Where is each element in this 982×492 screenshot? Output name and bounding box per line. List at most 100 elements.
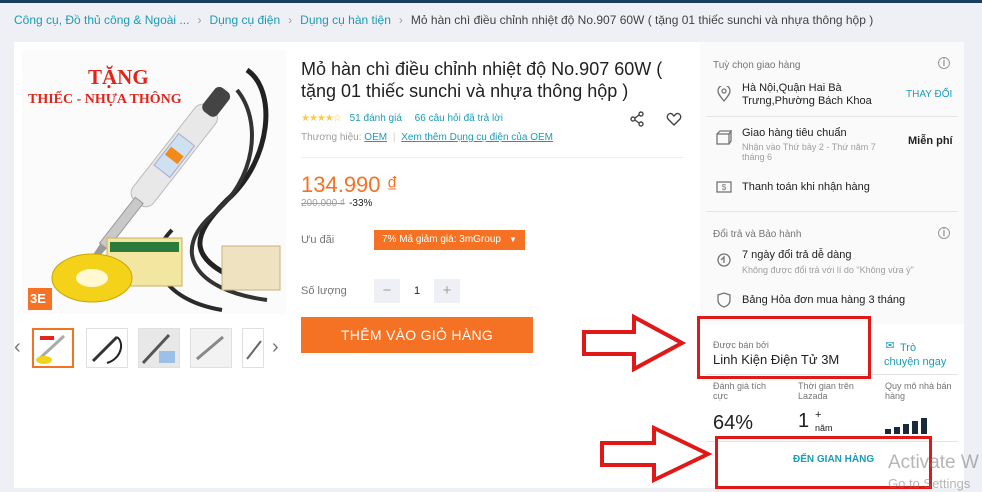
thumbnail-strip: ‹ › — [14, 326, 286, 370]
chevron-right-icon: › — [398, 13, 403, 27]
thumbnail-image — [87, 329, 127, 367]
time-on-lazada-unit: năm — [815, 423, 833, 433]
soldering-iron-photo — [22, 50, 286, 314]
promo-banner-line1: TẶNG — [88, 65, 149, 89]
chat-now-link[interactable]: Trò chuyện ngay — [884, 341, 954, 369]
standard-delivery-label: Giao hàng tiêu chuẩn — [742, 127, 847, 139]
delivery-address: Hà Nội,Quận Hai Bà Trưng,Phường Bách Kho… — [742, 82, 872, 107]
divider — [706, 211, 958, 212]
reviews-link[interactable]: 51 đánh giá — [350, 113, 402, 124]
annotation-arrow-upper — [582, 313, 687, 373]
heart-icon-svg — [666, 112, 682, 126]
quantity-stepper: − 1 + — [374, 279, 460, 303]
return-svg — [717, 253, 731, 267]
svg-text:$: $ — [722, 183, 727, 192]
info-icon[interactable]: i — [938, 57, 950, 69]
scale-bar — [921, 418, 927, 434]
return-note: Không được đổi trả với lí do "Không vừa … — [742, 265, 914, 275]
cash-svg: $ — [716, 181, 732, 193]
old-price: 200.000 ₫ — [301, 198, 346, 209]
location-pin-icon — [716, 84, 732, 103]
scale-bar — [885, 429, 891, 434]
brand-row: Thương hiệu: OEM | Xem thêm Dụng cụ điện… — [301, 132, 553, 143]
more-from-brand-link[interactable]: Xem thêm Dụng cụ điện của OEM — [401, 132, 553, 143]
heart-icon[interactable] — [665, 111, 683, 129]
quantity-decrease-button[interactable]: − — [374, 279, 400, 303]
warranty-label: Bảng Hỏa đơn mua hàng 3 tháng — [742, 294, 906, 306]
breadcrumb-item-tools[interactable]: Công cụ, Đồ thủ công & Ngoài ... — [14, 13, 189, 27]
divider: | — [392, 132, 396, 143]
breadcrumb-current: Mỏ hàn chì điều chỉnh nhiệt độ No.907 60… — [410, 13, 874, 27]
info-icon[interactable]: i — [938, 227, 950, 239]
voucher-text: 7% Mã giảm giá: 3mGroup — [382, 234, 501, 245]
add-to-cart-button[interactable]: THÊM VÀO GIỎ HÀNG — [301, 317, 533, 353]
thumbnail-image — [34, 330, 72, 366]
breadcrumb-item-power-tools[interactable]: Dụng cụ điện — [209, 13, 280, 27]
shield-svg — [717, 292, 731, 308]
promotion-label: Ưu đãi — [301, 234, 335, 246]
return-icon — [716, 252, 732, 268]
positive-rating-value: 64% — [713, 412, 754, 434]
cash-on-delivery-icon: $ — [716, 179, 732, 195]
thumbnail-5[interactable] — [242, 328, 264, 368]
scale-bar — [912, 421, 918, 434]
time-on-lazada-label: Thời gian trên Lazada — [798, 381, 854, 401]
thumbnail-1[interactable] — [32, 328, 74, 368]
chevron-left-icon[interactable]: ‹ — [14, 336, 21, 359]
share-icon[interactable] — [628, 111, 646, 129]
discount-percent: -33% — [349, 198, 373, 209]
shield-icon — [716, 292, 732, 308]
product-main-image[interactable]: TẶNG THIẾC - NHỰA THÔNG 3E — [22, 50, 286, 314]
quantity-label: Số lượng — [301, 285, 347, 297]
quantity-increase-button[interactable]: + — [434, 279, 460, 303]
divider — [301, 157, 684, 158]
return-days: 7 ngày đổi trả dễ dàng — [742, 249, 852, 261]
annotation-arrow-lower — [600, 424, 713, 484]
product-price: 134.990 ₫ — [301, 172, 398, 197]
delivery-box-svg — [716, 128, 733, 145]
divider — [706, 116, 958, 117]
scale-bar — [903, 424, 909, 434]
promo-banner-line2: THIẾC - NHỰA THÔNG — [28, 92, 182, 107]
breadcrumb-item-soldering[interactable]: Dụng cụ hàn tiện — [300, 13, 391, 27]
go-to-settings-watermark: Go to Settings — [888, 476, 971, 491]
chevron-right-icon: › — [197, 13, 202, 27]
delivery-box-icon — [716, 128, 733, 146]
standard-delivery-note: Nhận vào Thứ bảy 2 - Thứ năm 7 tháng 6 — [742, 142, 876, 162]
activate-windows-watermark: Activate W — [888, 452, 979, 473]
chevron-down-icon: ▼ — [508, 235, 517, 244]
thumbnail-3[interactable] — [138, 328, 180, 368]
seller-scale-bars — [885, 416, 937, 434]
delivery-fee: Miễn phí — [908, 135, 953, 147]
rating-stars: ★★★★☆ — [301, 113, 342, 124]
time-on-lazada-value: 1 — [798, 410, 810, 432]
scale-bar — [894, 427, 900, 434]
thumbnail-image — [243, 329, 263, 367]
product-title: Mỏ hàn chì điều chỉnh nhiệt độ No.907 60… — [301, 59, 663, 101]
thumbnail-4[interactable] — [190, 328, 232, 368]
seller-scale-label: Quy mô nhà bán hàng — [885, 381, 952, 401]
voucher-tag[interactable]: 7% Mã giảm giá: 3mGroup ▼ — [374, 230, 525, 250]
time-on-lazada-plus: + — [815, 409, 822, 421]
thumbnail-image — [191, 329, 231, 367]
quantity-value[interactable]: 1 — [400, 285, 434, 297]
positive-rating-label: Đánh giá tích cực — [713, 381, 767, 401]
change-address-link[interactable]: THAY ĐỔI — [906, 88, 952, 101]
chevron-right-icon[interactable]: › — [272, 336, 279, 359]
cash-on-delivery-label: Thanh toán khi nhận hàng — [742, 181, 870, 193]
brand-label: Thương hiệu: — [301, 132, 362, 143]
brand-logo: 3E — [30, 291, 46, 306]
thumbnail-image — [139, 329, 179, 367]
rating-row: ★★★★☆ 51 đánh giá 66 câu hỏi đã trả lời — [301, 113, 503, 124]
questions-link[interactable]: 66 câu hỏi đã trả lời — [415, 113, 503, 124]
seller-highlight-box — [697, 316, 871, 379]
top-accent-bar — [0, 0, 982, 3]
thumbnail-2[interactable] — [86, 328, 128, 368]
breadcrumb: Công cụ, Đồ thủ công & Ngoài ... › Dụng cụ… — [14, 13, 873, 27]
old-price-row: 200.000 ₫ -33% — [301, 198, 372, 209]
delivery-options-title: Tuỳ chọn giao hàng — [713, 60, 801, 71]
location-pin-svg — [717, 84, 731, 103]
brand-link[interactable]: OEM — [364, 132, 387, 143]
chevron-right-icon: › — [288, 13, 293, 27]
share-icon-svg — [630, 111, 644, 127]
